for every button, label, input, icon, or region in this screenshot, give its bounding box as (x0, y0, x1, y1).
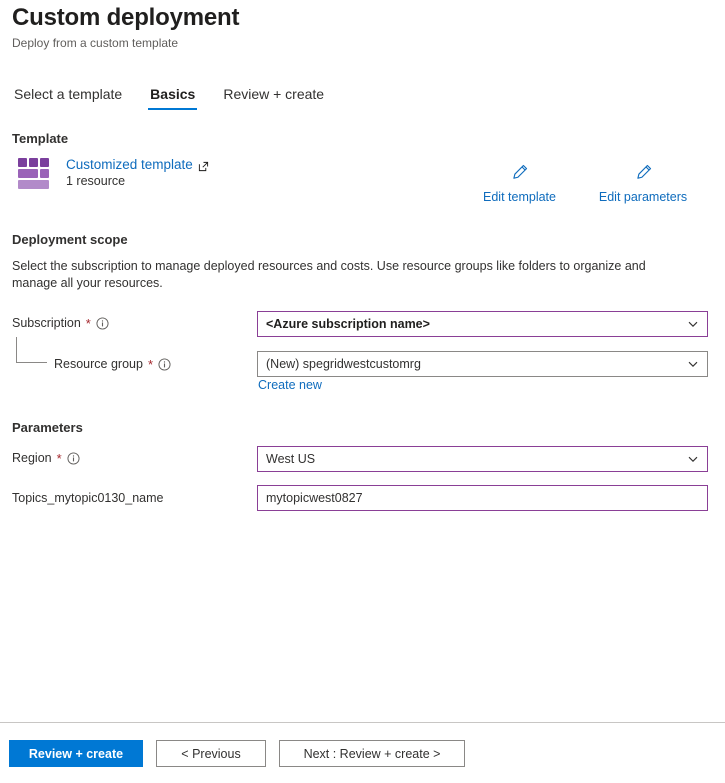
subscription-label-text: Subscription (12, 316, 81, 330)
custom-deployment-page: Custom deployment Deploy from a custom t… (0, 0, 725, 783)
subscription-dropdown[interactable]: <Azure subscription name> (257, 311, 708, 337)
pencil-icon (510, 163, 529, 187)
topic-name-value: mytopicwest0827 (266, 491, 363, 505)
resource-group-value: (New) spegridwestcustomrg (266, 357, 421, 371)
template-summary-row: Customized template 1 resource (18, 156, 209, 190)
chevron-down-icon (687, 358, 699, 370)
resource-group-label-text: Resource group (54, 357, 143, 371)
resource-group-tree-connector (16, 337, 47, 363)
previous-button[interactable]: < Previous (156, 740, 266, 767)
tab-basics[interactable]: Basics (148, 86, 198, 110)
edit-parameters-button[interactable]: Edit parameters (583, 163, 703, 204)
info-icon[interactable] (96, 316, 109, 330)
info-icon[interactable] (158, 357, 171, 371)
info-icon[interactable] (67, 451, 80, 465)
footer-action-bar: Review + create < Previous Next : Review… (0, 723, 725, 783)
page-subtitle: Deploy from a custom template (12, 36, 179, 50)
topic-name-label-text: Topics_mytopic0130_name (12, 491, 164, 505)
chevron-down-icon (687, 453, 699, 465)
resource-group-label: Resource group * (54, 357, 171, 371)
template-blocks-icon (18, 158, 54, 190)
tab-select-a-template[interactable]: Select a template (12, 86, 124, 110)
subscription-value: <Azure subscription name> (266, 317, 430, 331)
edit-parameters-label: Edit parameters (598, 190, 688, 204)
chevron-down-icon (687, 318, 699, 330)
topic-name-label: Topics_mytopic0130_name (12, 491, 163, 505)
resource-group-dropdown[interactable]: (New) spegridwestcustomrg (257, 351, 708, 377)
external-link-icon (198, 159, 209, 172)
create-new-resource-group-link[interactable]: Create new (258, 378, 322, 392)
region-dropdown[interactable]: West US (257, 446, 708, 472)
region-label-text: Region (12, 451, 52, 465)
topic-name-input[interactable]: mytopicwest0827 (257, 485, 708, 511)
required-marker: * (147, 356, 154, 372)
deployment-scope-heading: Deployment scope (12, 232, 128, 247)
edit-template-label: Edit template (483, 190, 556, 204)
customized-template-link[interactable]: Customized template (66, 157, 193, 172)
tab-review-create[interactable]: Review + create (221, 86, 326, 110)
region-value: West US (266, 452, 316, 466)
page-title: Custom deployment (12, 4, 240, 31)
wizard-tabs: Select a template Basics Review + create (12, 86, 326, 110)
region-label: Region * (12, 451, 80, 465)
review-create-button[interactable]: Review + create (9, 740, 143, 767)
deployment-scope-description: Select the subscription to manage deploy… (12, 259, 646, 290)
parameters-heading: Parameters (12, 420, 83, 435)
required-marker: * (56, 450, 62, 466)
edit-template-button[interactable]: Edit template (463, 163, 576, 204)
subscription-label: Subscription * (12, 316, 109, 330)
template-resource-count: 1 resource (66, 174, 126, 188)
next-button[interactable]: Next : Review + create > (279, 740, 465, 767)
pencil-icon (634, 163, 653, 187)
required-marker: * (85, 315, 91, 331)
template-section-heading: Template (12, 131, 69, 146)
